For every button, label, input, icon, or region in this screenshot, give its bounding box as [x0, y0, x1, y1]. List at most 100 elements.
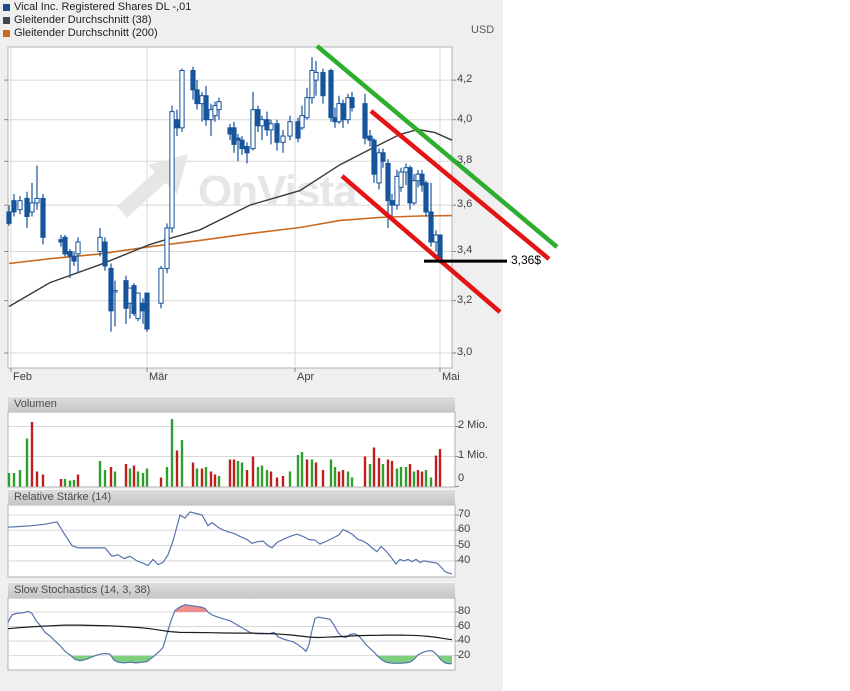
volume-bar [228, 459, 232, 487]
stoch-axis-label: 20 [458, 648, 471, 661]
candle-body [280, 135, 286, 143]
candle-body [169, 111, 175, 229]
volume-bar [281, 476, 285, 487]
legend: Vical Inc. Registered Shares DL -,01 Gle… [3, 1, 191, 40]
volume-bar [213, 474, 217, 487]
volume-bar [438, 449, 442, 487]
watermark-text: OnVista [198, 167, 358, 216]
candle-body [11, 200, 17, 213]
volume-axis-label: 0 [458, 472, 465, 484]
candle-body [112, 290, 118, 293]
candle-body [380, 152, 386, 162]
rsi-axis-label: 60 [458, 523, 471, 536]
volume-bar [275, 477, 279, 487]
y-axis-price-label: 3,2 [457, 293, 473, 306]
y-axis-price-label: 4,0 [457, 112, 473, 125]
volume-bar [72, 479, 76, 487]
candle-body [328, 70, 334, 119]
volume-bar [180, 440, 184, 487]
candle-body [62, 236, 68, 255]
volume-bar [372, 447, 376, 487]
volume-axis-label: 1 Mio. [458, 448, 488, 461]
candle-body [174, 119, 180, 129]
candle-body [304, 97, 310, 119]
volume-bar [321, 470, 325, 487]
price-level-label: 3,36$ [511, 253, 542, 267]
candle-body [29, 202, 35, 213]
candle-body [423, 182, 429, 213]
volume-bar [305, 459, 309, 487]
candle-body [299, 115, 305, 129]
volume-bar [18, 470, 22, 487]
volume-bar [217, 476, 221, 487]
y-axis-price-label: 3,8 [457, 154, 473, 167]
candle-body [385, 162, 391, 202]
rsi-axis-label: 40 [458, 553, 471, 566]
rsi-panel-header: Relative Stärke (14) [8, 489, 455, 505]
candle-body [389, 200, 395, 206]
y-axis-price-label: 4,2 [457, 73, 473, 86]
candle-body [259, 119, 265, 127]
candle-body [340, 103, 346, 121]
volume-bar [408, 464, 412, 487]
candle-body [349, 97, 355, 109]
volume-bar [329, 459, 333, 487]
volume-bar [386, 459, 390, 487]
volume-bar [204, 467, 208, 487]
candle-body [97, 236, 103, 252]
x-axis-label-feb: Feb [13, 371, 32, 383]
volume-bar [377, 458, 381, 487]
stoch-axis-label: 40 [458, 634, 471, 647]
candle-body [398, 171, 404, 188]
candle-body [135, 292, 141, 320]
volume-bar [416, 470, 420, 487]
volume-bar [363, 456, 367, 487]
candle-body [194, 89, 200, 105]
volume-bar [240, 462, 244, 487]
volume-bar [333, 467, 337, 487]
volume-bar [59, 479, 63, 487]
volume-bar [25, 438, 29, 487]
candle-body [17, 200, 23, 211]
volume-bar [420, 471, 424, 487]
volume-bar [390, 461, 394, 487]
candle-body [190, 70, 196, 91]
candle-body [362, 103, 368, 139]
rsi-plot-area [7, 504, 456, 578]
volume-bar [412, 471, 416, 487]
volume-panel-header: Volumen [8, 396, 455, 412]
volume-bar [314, 462, 318, 487]
x-axis-label-apr: Apr [297, 371, 315, 383]
volume-bar [256, 467, 260, 487]
volume-bar [395, 468, 399, 487]
candle-body [71, 255, 77, 262]
candle-body [164, 227, 170, 269]
volume-bar [350, 477, 354, 487]
volume-bar [165, 467, 169, 487]
candle-body [75, 241, 81, 255]
candle-body [158, 267, 164, 304]
volume-bar [260, 465, 264, 487]
legend-item-ma200: Gleitender Durchschnitt (200) [3, 27, 191, 39]
volume-bar [141, 473, 145, 487]
currency-unit-label: USD [471, 24, 495, 36]
volume-bar [245, 470, 249, 487]
stochastics-panel-header: Slow Stochastics (14, 3, 38) [8, 582, 455, 598]
volume-bar [98, 461, 102, 487]
onvista-chart-page: OnVista Vical Inc. Registered Shares DL … [0, 0, 850, 691]
volume-bar [191, 462, 195, 487]
volume-bar [124, 464, 128, 487]
volume-bar [132, 465, 136, 487]
volume-bar [103, 470, 107, 487]
volume-bar [337, 471, 341, 487]
volume-bar [368, 464, 372, 487]
volume-bar [269, 471, 273, 487]
volume-bar [7, 473, 11, 487]
candle-body [24, 197, 30, 217]
volume-bar [195, 468, 199, 487]
candle-body [371, 139, 377, 175]
volume-bar [136, 471, 140, 487]
volume-bar [63, 479, 67, 487]
volume-bar [209, 471, 213, 487]
volume-bar [341, 470, 345, 487]
